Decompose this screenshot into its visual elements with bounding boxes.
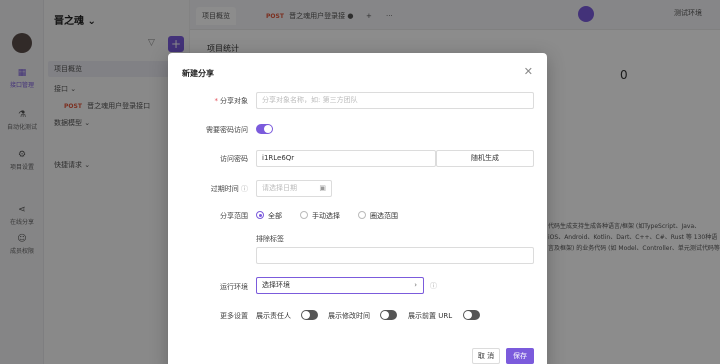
exclude-tags-label: 排除标签 [256, 235, 284, 243]
run-env-label: 运行环境 [220, 283, 248, 291]
expire-date-input[interactable]: 请选择日期 ▣ [256, 180, 332, 197]
expire-label-text: 过期时间 [210, 185, 239, 193]
more-settings-label: 更多设置 [220, 312, 248, 320]
random-generate-button[interactable]: 随机生成 [436, 150, 534, 167]
share-object-input[interactable]: 分享对象名称，如: 第三方团队 [256, 92, 534, 109]
show-modified-toggle[interactable] [380, 310, 397, 320]
show-prefix-url-label: 展示前置 URL [408, 312, 453, 320]
dialog-title: 新建分享 [182, 69, 214, 78]
scope-label: 分享范围 [220, 212, 248, 220]
info-icon: ⓘ [430, 282, 437, 290]
scope-radio-all[interactable] [256, 211, 264, 219]
toggle-knob [464, 311, 472, 319]
expire-label: 过期时间 ⓘ [168, 184, 248, 194]
chevron-right-icon: › [414, 281, 417, 289]
share-object-label: * 分享对象 [168, 96, 249, 106]
scope-option-circle[interactable]: 圈选范围 [370, 211, 398, 221]
scope-radio-manual[interactable] [300, 211, 308, 219]
toggle-knob [302, 311, 310, 319]
new-share-dialog: 新建分享 ✕ * 分享对象 分享对象名称，如: 第三方团队 需要密码访问 访问密码… [168, 53, 547, 364]
expire-placeholder: 请选择日期 [262, 184, 297, 192]
run-env-select[interactable]: 选择环境 › [256, 277, 424, 294]
close-icon[interactable]: ✕ [524, 65, 533, 78]
show-modified-label: 展示修改时间 [328, 312, 370, 320]
toggle-knob [264, 125, 272, 133]
required-mark: * [214, 97, 219, 105]
toggle-knob [381, 311, 389, 319]
save-button[interactable]: 保存 [506, 348, 534, 364]
password-input[interactable]: i1RLe6Qr [256, 150, 436, 167]
share-object-label-text: 分享对象 [220, 97, 248, 105]
run-env-value: 选择环境 [262, 281, 290, 289]
scope-radio-circle[interactable] [358, 211, 366, 219]
show-owner-toggle[interactable] [301, 310, 318, 320]
info-icon: ⓘ [241, 185, 248, 193]
exclude-tags-input[interactable] [256, 247, 534, 264]
calendar-icon: ▣ [319, 184, 326, 192]
show-prefix-url-toggle[interactable] [463, 310, 480, 320]
scope-option-all[interactable]: 全部 [268, 211, 282, 221]
cancel-button[interactable]: 取 消 [472, 348, 500, 364]
scope-option-manual[interactable]: 手动选择 [312, 211, 340, 221]
need-password-label: 需要密码访问 [206, 126, 248, 134]
show-owner-label: 展示责任人 [256, 312, 291, 320]
need-password-toggle[interactable] [256, 124, 273, 134]
password-label: 访问密码 [220, 155, 248, 163]
